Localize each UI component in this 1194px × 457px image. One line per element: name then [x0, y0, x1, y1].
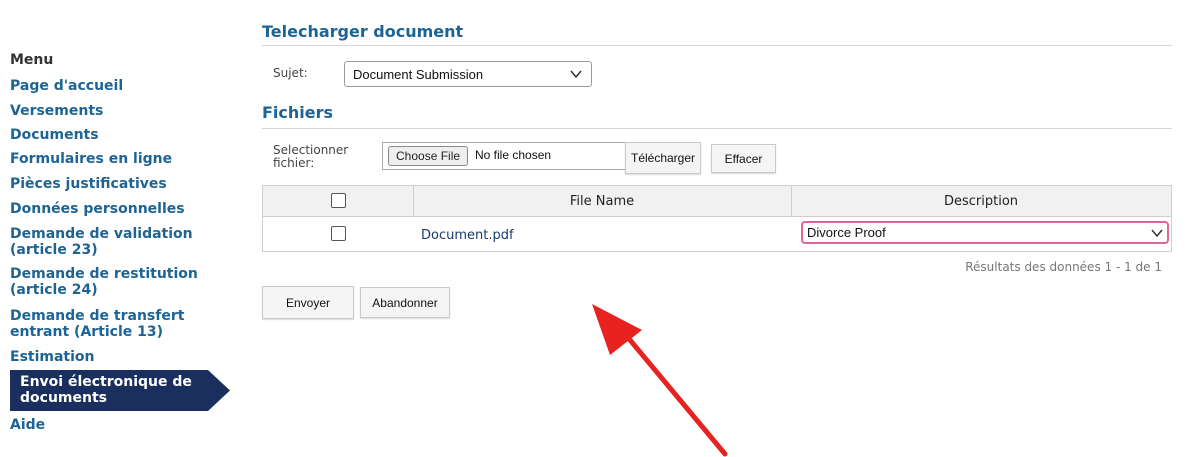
files-table: File Name Description Document.pdf Divor… — [262, 185, 1172, 252]
subject-label: Sujet: — [273, 66, 308, 80]
select-file-label: Selectionner fichier: — [273, 143, 349, 170]
description-select[interactable]: Divorce Proof — [801, 221, 1169, 244]
upload-section-title: Telecharger document — [262, 22, 464, 41]
row-checkbox[interactable] — [331, 226, 346, 241]
choose-file-button[interactable]: Choose File — [388, 146, 469, 166]
results-count: Résultats des données 1 - 1 de 1 — [965, 260, 1162, 274]
nav-documents[interactable]: Documents — [10, 127, 210, 143]
file-name-link[interactable]: Document.pdf — [421, 228, 514, 243]
subject-select-wrapper: Document Submission — [344, 61, 592, 87]
select-all-checkbox[interactable] — [331, 193, 346, 208]
nav-page-accueil[interactable]: Page d'accueil — [10, 78, 210, 94]
files-section-title: Fichiers — [262, 103, 334, 122]
menu-heading: Menu — [10, 52, 54, 68]
nav-estimation[interactable]: Estimation — [10, 349, 210, 365]
file-name-header: File Name — [569, 194, 635, 209]
description-header: Description — [943, 194, 1019, 209]
upload-button[interactable]: Télécharger — [625, 142, 701, 174]
nav-versements[interactable]: Versements — [10, 103, 210, 119]
annotation-arrow-icon — [592, 304, 728, 457]
nav-demande-restitution[interactable]: Demande de restitution (article 24) — [10, 266, 200, 298]
nav-formulaires[interactable]: Formulaires en ligne — [10, 151, 210, 167]
subject-select[interactable]: Document Submission — [344, 61, 592, 87]
clear-button[interactable]: Effacer — [711, 144, 776, 173]
divider — [262, 45, 1172, 46]
divider — [262, 128, 1172, 129]
nav-envoi-electronique-active[interactable]: Envoi électronique de documents — [10, 370, 230, 411]
nav-demande-validation[interactable]: Demande de validation (article 23) — [10, 226, 200, 258]
table-header: File Name Description — [263, 186, 1171, 217]
nav-donnees-personnelles[interactable]: Données personnelles — [10, 201, 210, 217]
nav-envoi-electronique-label: Envoi électronique de documents — [20, 374, 192, 406]
cancel-button[interactable]: Abandonner — [360, 287, 450, 318]
nav-aide[interactable]: Aide — [10, 417, 210, 433]
nav-demande-transfert[interactable]: Demande de transfert entrant (Article 13… — [10, 308, 200, 340]
nav-pieces-justificatives[interactable]: Pièces justificatives — [10, 176, 210, 192]
main-content: Telecharger document Sujet: Document Sub… — [262, 0, 1172, 457]
submit-button[interactable]: Envoyer — [262, 286, 354, 319]
file-input[interactable]: Choose File No file chosen — [382, 142, 626, 170]
no-file-text: No file chosen — [475, 148, 552, 162]
description-select-wrapper: Divorce Proof — [801, 221, 1169, 244]
